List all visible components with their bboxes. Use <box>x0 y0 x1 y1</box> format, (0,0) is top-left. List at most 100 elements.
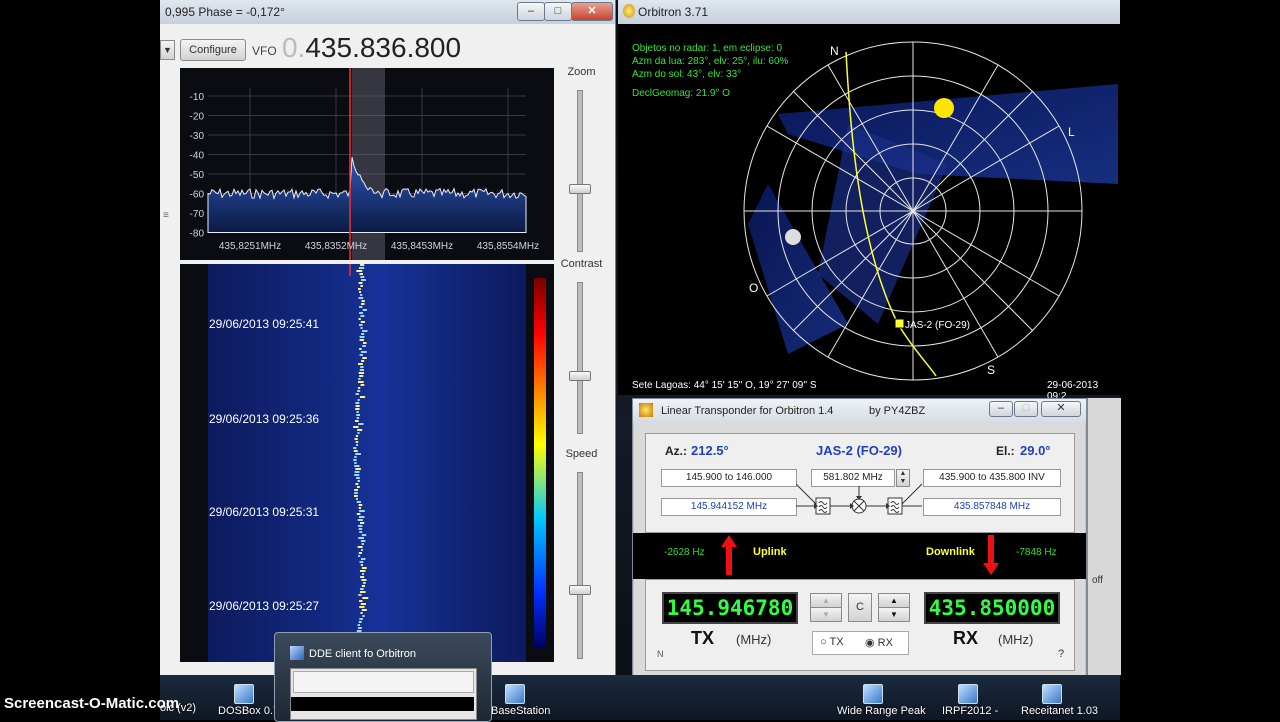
center-button[interactable]: C <box>848 593 872 622</box>
waterfall-timestamp: 29/06/2013 09:25:36 <box>209 412 320 426</box>
spectrum-panel[interactable]: -10 -20 -30 -40 -50 -60 -70 -80 435,8251MHz 435,… <box>180 68 554 260</box>
close-button[interactable]: ✕ <box>571 2 613 21</box>
waterfall-signal-pixel <box>355 453 361 455</box>
basestation-icon <box>505 684 525 704</box>
configure-button[interactable]: Configure <box>180 39 246 61</box>
waterfall-signal-pixel <box>359 336 365 338</box>
contrast-slider-thumb[interactable] <box>569 371 591 381</box>
background-window-edge <box>1087 398 1121 675</box>
dropdown-arrow-icon[interactable]: ▼ <box>160 40 175 60</box>
waterfall-signal-pixel <box>357 399 360 401</box>
waterfall-signal-pixel <box>361 360 365 362</box>
compass-west: O <box>749 281 758 295</box>
azimuth-label: Az.: <box>665 444 687 458</box>
compass-east: L <box>1068 125 1075 139</box>
rx-up-button[interactable]: ▲ <box>878 593 910 608</box>
y-tick-label: -10 <box>190 92 205 103</box>
downlink-frequency-field[interactable]: 435.857848 MHz <box>923 498 1061 516</box>
waterfall-signal-pixel <box>361 543 364 545</box>
uplink-label: Uplink <box>753 546 787 558</box>
waterfall-signal-pixel <box>354 420 359 422</box>
waterfall-signal-pixel <box>358 507 362 509</box>
elevation-value: 29.0° <box>1020 443 1051 458</box>
splitter-handle[interactable]: ≡ <box>163 210 169 221</box>
minimize-button[interactable]: – <box>517 2 545 21</box>
waterfall-signal-pixel <box>358 288 361 290</box>
waterfall-signal-pixel <box>359 531 363 533</box>
zoom-slider-thumb[interactable] <box>569 184 591 194</box>
waterfall-signal-pixel <box>359 273 363 275</box>
rx-label: RX <box>953 628 979 648</box>
uplink-range-field[interactable]: 145.900 to 146.000 <box>661 469 797 487</box>
tx-down-button[interactable]: ▼ <box>810 607 842 622</box>
contrast-slider-track[interactable] <box>577 282 583 434</box>
waterfall-signal-pixel <box>358 378 361 380</box>
waterfall-signal-pixel <box>353 450 358 452</box>
waterfall-panel[interactable]: 29/06/2013 09:25:41 29/06/2013 09:25:36 … <box>180 264 554 662</box>
taskbar-item-receitanet[interactable]: Receitanet 1.03 <box>1021 705 1098 717</box>
speed-label: Speed <box>565 448 598 460</box>
waterfall-signal-pixel <box>354 456 357 458</box>
maximize-button[interactable]: □ <box>544 2 572 21</box>
waterfall-signal-pixel <box>362 357 367 359</box>
speed-slider-track[interactable] <box>577 472 583 659</box>
waterfall-signal-pixel <box>358 537 365 539</box>
waterfall-signal-pixel <box>358 372 365 374</box>
waterfall-signal-pixel <box>354 474 360 476</box>
waterfall-signal-pixel <box>358 306 363 308</box>
waterfall-signal-pixel <box>358 318 361 320</box>
waterfall-signal-pixel <box>359 561 364 563</box>
waterfall-timestamp: 29/06/2013 09:25:27 <box>209 599 320 613</box>
waterfall-signal-pixel <box>358 423 364 425</box>
waterfall-signal-pixel <box>360 327 363 329</box>
tx-frequency-display[interactable]: 145.946780 <box>662 592 798 624</box>
waterfall-signal-pixel <box>356 513 361 515</box>
downlink-offset: -7848 Hz <box>1016 547 1057 558</box>
waterfall-signal-pixel <box>359 375 364 377</box>
waterfall-signal-pixel <box>361 609 367 611</box>
dde-client-thumbnail[interactable]: DDE client fo Orbitron <box>274 632 492 722</box>
taskbar-item-wide-range-peak[interactable]: Wide Range Peak <box>837 705 926 717</box>
taskbar-item-irpf[interactable]: IRPF2012 - <box>942 705 998 717</box>
n-indicator: N <box>657 649 664 659</box>
vfo-label: VFO <box>252 44 277 58</box>
downlink-range-field[interactable]: 435.900 to 435.800 INV <box>923 469 1061 487</box>
uplink-frequency-field[interactable]: 145.944152 MHz <box>661 498 797 516</box>
waterfall-signal-pixel <box>355 405 360 407</box>
waterfall-signal-pixel <box>355 402 360 404</box>
dde-client-preview <box>290 668 477 720</box>
waterfall-signal-pixel <box>360 576 365 578</box>
rx-down-button[interactable]: ▼ <box>878 607 910 622</box>
rx-frequency-display[interactable]: 435.850000 <box>924 592 1060 624</box>
tp-close-button[interactable]: ✕ <box>1041 401 1081 417</box>
waterfall-signal-pixel <box>360 603 366 605</box>
waterfall-signal-pixel <box>354 462 357 464</box>
compass-north: N <box>830 44 839 58</box>
zoom-label: Zoom <box>567 66 596 78</box>
vfo-display[interactable]: 0.435.836.800 <box>282 32 461 64</box>
zoom-slider-track[interactable] <box>577 90 583 252</box>
tx-up-button[interactable]: ▲ <box>810 593 842 608</box>
satellite-name: JAS-2 (FO-29) <box>816 443 902 458</box>
radio-rx[interactable]: ◉ RX <box>865 636 893 649</box>
waterfall-signal-pixel <box>363 342 367 344</box>
tx-rx-radio-group: ○ TX ◉ RX <box>812 631 909 655</box>
tp-maximize-button[interactable]: □ <box>1014 401 1038 417</box>
waterfall-signal-pixel <box>357 480 360 482</box>
tp-minimize-button[interactable]: – <box>989 401 1013 417</box>
radio-tx[interactable]: ○ TX <box>820 636 844 648</box>
transponder-control-panel: 145.946780 435.850000 TX (MHz) RX (MHz) … <box>645 579 1075 671</box>
left-black-bar <box>0 0 160 720</box>
waterfall-signal-pixel <box>355 393 359 395</box>
dde-app-icon <box>290 646 304 660</box>
waterfall-signal-pixel <box>359 348 362 350</box>
waterfall-signal-pixel <box>356 417 360 419</box>
waterfall-signal-pixel <box>361 300 365 302</box>
taskbar-item-basestation[interactable]: BaseStation <box>491 705 550 717</box>
satellite-marker-icon[interactable] <box>894 318 905 329</box>
help-button[interactable]: ? <box>1058 648 1064 660</box>
speed-slider-thumb[interactable] <box>569 585 591 595</box>
azimuth-value: 212.5° <box>691 443 729 458</box>
waterfall-signal-pixel <box>360 321 365 323</box>
taskbar-item-dosbox[interactable]: DOSBox 0.7 <box>218 705 279 717</box>
